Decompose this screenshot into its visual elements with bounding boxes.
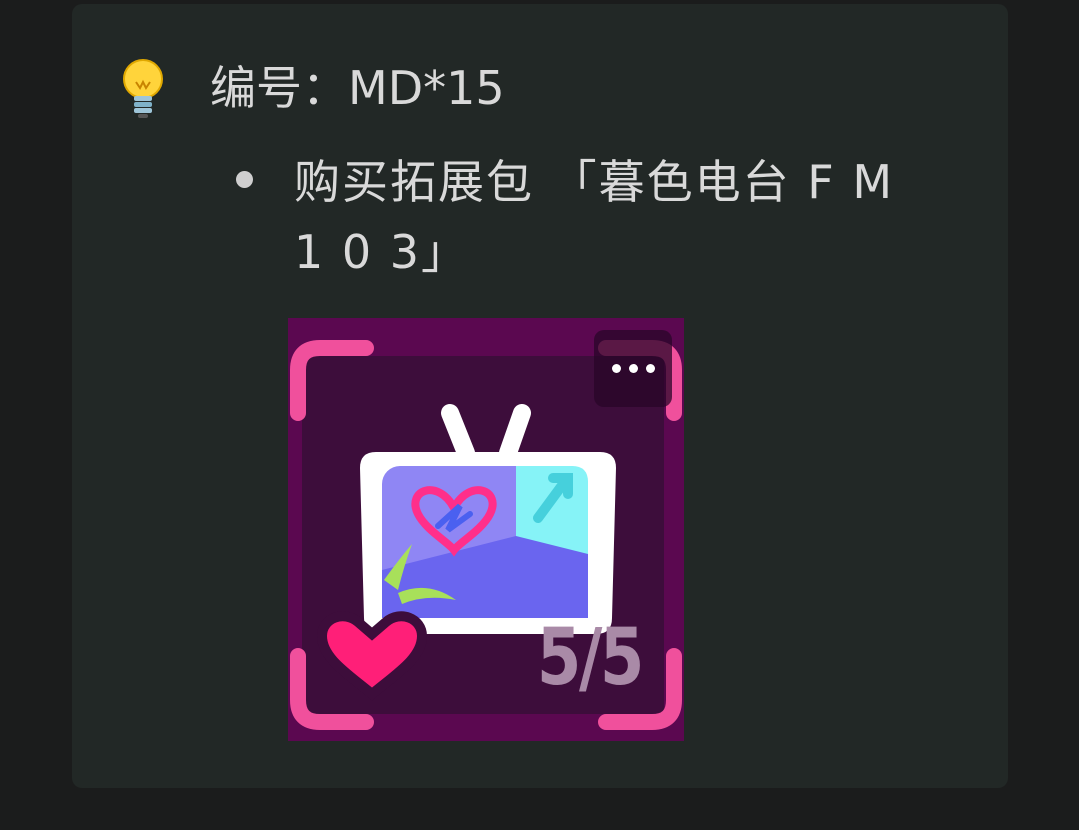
count-label: 5/5 [536,613,644,703]
lightbulb-icon [123,59,163,118]
more-dot [629,364,638,373]
more-options-button[interactable] [594,330,672,407]
serial-number-heading: 编号：MD*15 [210,61,505,115]
purchase-item-text: 购买拓展包 「暮色电台 F M 1 0 3」 [294,155,895,279]
bullet-point [236,171,253,188]
item-card-image[interactable]: 5/5 [288,318,684,741]
more-dot [646,364,655,373]
more-dots-icon [612,364,621,373]
